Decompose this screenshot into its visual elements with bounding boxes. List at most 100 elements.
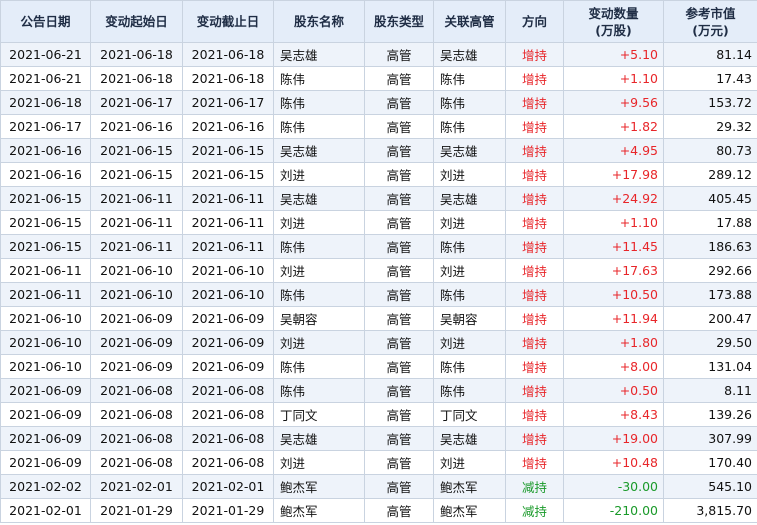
table-row[interactable]: 2021-06-18 2021-06-17 2021-06-17 陈伟 高管 陈伟 增持 +9… xyxy=(0,90,757,115)
cell-related-exec: 刘进 xyxy=(433,162,506,187)
cell-start-date: 2021-06-18 xyxy=(90,66,183,91)
table-row[interactable]: 2021-06-15 2021-06-11 2021-06-11 吴志雄 高管 吴志雄 增持… xyxy=(0,186,757,211)
cell-direction: 增持 xyxy=(505,186,564,211)
col-label: 变动数量 xyxy=(588,5,639,21)
cell-ref-value: 3,815.70 xyxy=(663,498,757,523)
cell-ref-value: 80.73 xyxy=(663,138,757,163)
col-change-qty[interactable]: 变动数量 (万股) xyxy=(563,0,664,43)
cell-announce-date: 2021-06-10 xyxy=(0,354,91,379)
cell-end-date: 2021-06-09 xyxy=(182,306,274,331)
cell-change-qty: +1.10 xyxy=(563,210,664,235)
col-end-date[interactable]: 变动截止日 xyxy=(182,0,274,43)
cell-ref-value: 289.12 xyxy=(663,162,757,187)
table-row[interactable]: 2021-06-11 2021-06-10 2021-06-10 陈伟 高管 陈伟 增持 +1… xyxy=(0,282,757,307)
cell-end-date: 2021-02-01 xyxy=(182,474,274,499)
cell-holder-name: 丁同文 xyxy=(273,402,365,427)
col-label: 股东名称 xyxy=(293,14,344,29)
cell-start-date: 2021-06-15 xyxy=(90,138,183,163)
cell-announce-date: 2021-06-16 xyxy=(0,162,91,187)
cell-change-qty: +19.00 xyxy=(563,426,664,451)
cell-ref-value: 153.72 xyxy=(663,90,757,115)
cell-change-qty: +1.82 xyxy=(563,114,664,139)
table-row[interactable]: 2021-06-09 2021-06-08 2021-06-08 陈伟 高管 陈伟 增持 +0… xyxy=(0,378,757,403)
cell-direction: 增持 xyxy=(505,90,564,115)
cell-end-date: 2021-06-09 xyxy=(182,354,274,379)
cell-ref-value: 170.40 xyxy=(663,450,757,475)
cell-direction: 增持 xyxy=(505,210,564,235)
cell-end-date: 2021-06-18 xyxy=(182,66,274,91)
cell-holder-name: 陈伟 xyxy=(273,354,365,379)
table-row[interactable]: 2021-06-09 2021-06-08 2021-06-08 丁同文 高管 丁同文 增持… xyxy=(0,402,757,427)
table-row[interactable]: 2021-02-01 2021-01-29 2021-01-29 鲍杰军 高管 鲍杰军 减持… xyxy=(0,498,757,523)
cell-holder-type: 高管 xyxy=(364,282,434,307)
cell-announce-date: 2021-06-10 xyxy=(0,306,91,331)
cell-holder-name: 陈伟 xyxy=(273,114,365,139)
cell-start-date: 2021-01-29 xyxy=(90,498,183,523)
cell-direction: 增持 xyxy=(505,114,564,139)
col-holder-type[interactable]: 股东类型 xyxy=(364,0,434,43)
cell-related-exec: 吴志雄 xyxy=(433,42,506,67)
col-ref-value[interactable]: 参考市值 (万元) xyxy=(663,0,757,43)
table-row[interactable]: 2021-06-15 2021-06-11 2021-06-11 陈伟 高管 陈伟 增持 +1… xyxy=(0,234,757,259)
cell-holder-type: 高管 xyxy=(364,402,434,427)
col-start-date[interactable]: 变动起始日 xyxy=(90,0,183,43)
cell-announce-date: 2021-06-15 xyxy=(0,234,91,259)
cell-end-date: 2021-06-11 xyxy=(182,234,274,259)
cell-end-date: 2021-06-10 xyxy=(182,282,274,307)
col-label: 方向 xyxy=(521,14,547,29)
cell-direction: 增持 xyxy=(505,450,564,475)
cell-holder-type: 高管 xyxy=(364,210,434,235)
cell-holder-name: 吴志雄 xyxy=(273,186,365,211)
cell-related-exec: 吴志雄 xyxy=(433,186,506,211)
cell-related-exec: 刘进 xyxy=(433,258,506,283)
cell-change-qty: +11.94 xyxy=(563,306,664,331)
table-row[interactable]: 2021-06-09 2021-06-08 2021-06-08 刘进 高管 刘进 增持 +1… xyxy=(0,450,757,475)
cell-start-date: 2021-06-09 xyxy=(90,306,183,331)
cell-direction: 增持 xyxy=(505,66,564,91)
cell-change-qty: +0.50 xyxy=(563,378,664,403)
cell-start-date: 2021-06-08 xyxy=(90,450,183,475)
table-row[interactable]: 2021-06-09 2021-06-08 2021-06-08 吴志雄 高管 吴志雄 增持… xyxy=(0,426,757,451)
cell-holder-type: 高管 xyxy=(364,306,434,331)
table-row[interactable]: 2021-06-16 2021-06-15 2021-06-15 吴志雄 高管 吴志雄 增持… xyxy=(0,138,757,163)
cell-direction: 减持 xyxy=(505,474,564,499)
cell-change-qty: +11.45 xyxy=(563,234,664,259)
col-holder-name[interactable]: 股东名称 xyxy=(273,0,365,43)
cell-holder-name: 陈伟 xyxy=(273,282,365,307)
cell-start-date: 2021-06-08 xyxy=(90,426,183,451)
col-announce-date[interactable]: 公告日期 xyxy=(0,0,91,43)
cell-end-date: 2021-06-17 xyxy=(182,90,274,115)
cell-announce-date: 2021-06-09 xyxy=(0,378,91,403)
cell-related-exec: 刘进 xyxy=(433,210,506,235)
table-row[interactable]: 2021-02-02 2021-02-01 2021-02-01 鲍杰军 高管 鲍杰军 减持… xyxy=(0,474,757,499)
cell-start-date: 2021-06-16 xyxy=(90,114,183,139)
cell-direction: 增持 xyxy=(505,426,564,451)
cell-change-qty: +10.50 xyxy=(563,282,664,307)
cell-start-date: 2021-06-15 xyxy=(90,162,183,187)
col-direction[interactable]: 方向 xyxy=(505,0,564,43)
table-row[interactable]: 2021-06-15 2021-06-11 2021-06-11 刘进 高管 刘进 增持 +1… xyxy=(0,210,757,235)
cell-change-qty: +5.10 xyxy=(563,42,664,67)
table-row[interactable]: 2021-06-10 2021-06-09 2021-06-09 陈伟 高管 陈伟 增持 +8… xyxy=(0,354,757,379)
table-row[interactable]: 2021-06-11 2021-06-10 2021-06-10 刘进 高管 刘进 增持 +1… xyxy=(0,258,757,283)
cell-related-exec: 吴志雄 xyxy=(433,426,506,451)
table-row[interactable]: 2021-06-10 2021-06-09 2021-06-09 刘进 高管 刘进 增持 +1… xyxy=(0,330,757,355)
cell-related-exec: 陈伟 xyxy=(433,282,506,307)
cell-ref-value: 173.88 xyxy=(663,282,757,307)
col-related-exec[interactable]: 关联高管 xyxy=(433,0,506,43)
cell-related-exec: 陈伟 xyxy=(433,114,506,139)
table-row[interactable]: 2021-06-21 2021-06-18 2021-06-18 吴志雄 高管 吴志雄 增持… xyxy=(0,42,757,67)
cell-related-exec: 丁同文 xyxy=(433,402,506,427)
cell-start-date: 2021-06-09 xyxy=(90,354,183,379)
col-unit: (万股) xyxy=(595,22,632,38)
cell-direction: 增持 xyxy=(505,258,564,283)
cell-announce-date: 2021-06-21 xyxy=(0,66,91,91)
table-row[interactable]: 2021-06-10 2021-06-09 2021-06-09 吴朝容 高管 吴朝容 增持… xyxy=(0,306,757,331)
cell-holder-type: 高管 xyxy=(364,378,434,403)
cell-holder-name: 鲍杰军 xyxy=(273,474,365,499)
table-row[interactable]: 2021-06-21 2021-06-18 2021-06-18 陈伟 高管 陈伟 增持 +1… xyxy=(0,66,757,91)
cell-announce-date: 2021-06-11 xyxy=(0,282,91,307)
table-row[interactable]: 2021-06-16 2021-06-15 2021-06-15 刘进 高管 刘进 增持 +1… xyxy=(0,162,757,187)
table-row[interactable]: 2021-06-17 2021-06-16 2021-06-16 陈伟 高管 陈伟 增持 +1… xyxy=(0,114,757,139)
cell-holder-type: 高管 xyxy=(364,66,434,91)
